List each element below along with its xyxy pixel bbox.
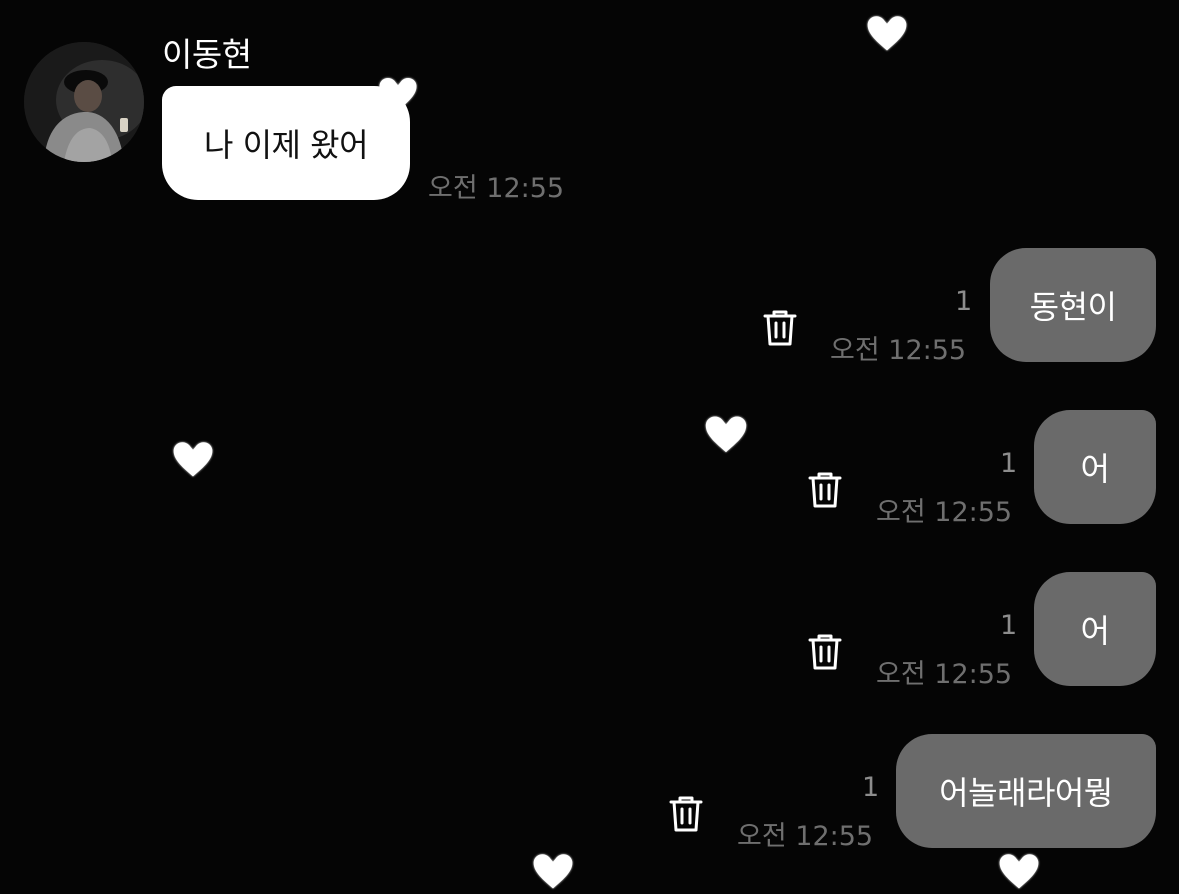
message-timestamp: 오전 12:55 — [830, 335, 967, 366]
trash-icon[interactable] — [668, 794, 704, 834]
unread-count: 1 — [1000, 448, 1018, 479]
unread-count: 1 — [1000, 610, 1018, 641]
outgoing-message-bubble[interactable]: 어 — [1034, 572, 1156, 686]
trash-icon[interactable] — [762, 308, 798, 348]
outgoing-message-bubble[interactable]: 동현이 — [990, 248, 1156, 362]
sender-name: 이동현 — [162, 35, 252, 74]
message-timestamp: 오전 12:55 — [737, 821, 874, 852]
outgoing-message-bubble[interactable]: 어 — [1034, 410, 1156, 524]
message-timestamp: 오전 12:55 — [876, 497, 1013, 528]
trash-icon[interactable] — [807, 632, 843, 672]
outgoing-message-bubble[interactable]: 어놀래라어뭥 — [896, 734, 1156, 848]
heart-icon — [530, 848, 576, 894]
incoming-message-bubble[interactable]: 나 이제 왔어 — [162, 86, 410, 200]
message-timestamp: 오전 12:55 — [876, 659, 1013, 690]
unread-count: 1 — [955, 286, 973, 317]
heart-icon — [864, 10, 910, 56]
heart-icon — [170, 436, 216, 482]
heart-icon — [996, 848, 1042, 894]
avatar[interactable] — [24, 42, 144, 162]
heart-icon — [702, 410, 750, 458]
message-timestamp: 오전 12:55 — [428, 173, 565, 204]
unread-count: 1 — [862, 772, 880, 803]
trash-icon[interactable] — [807, 470, 843, 510]
